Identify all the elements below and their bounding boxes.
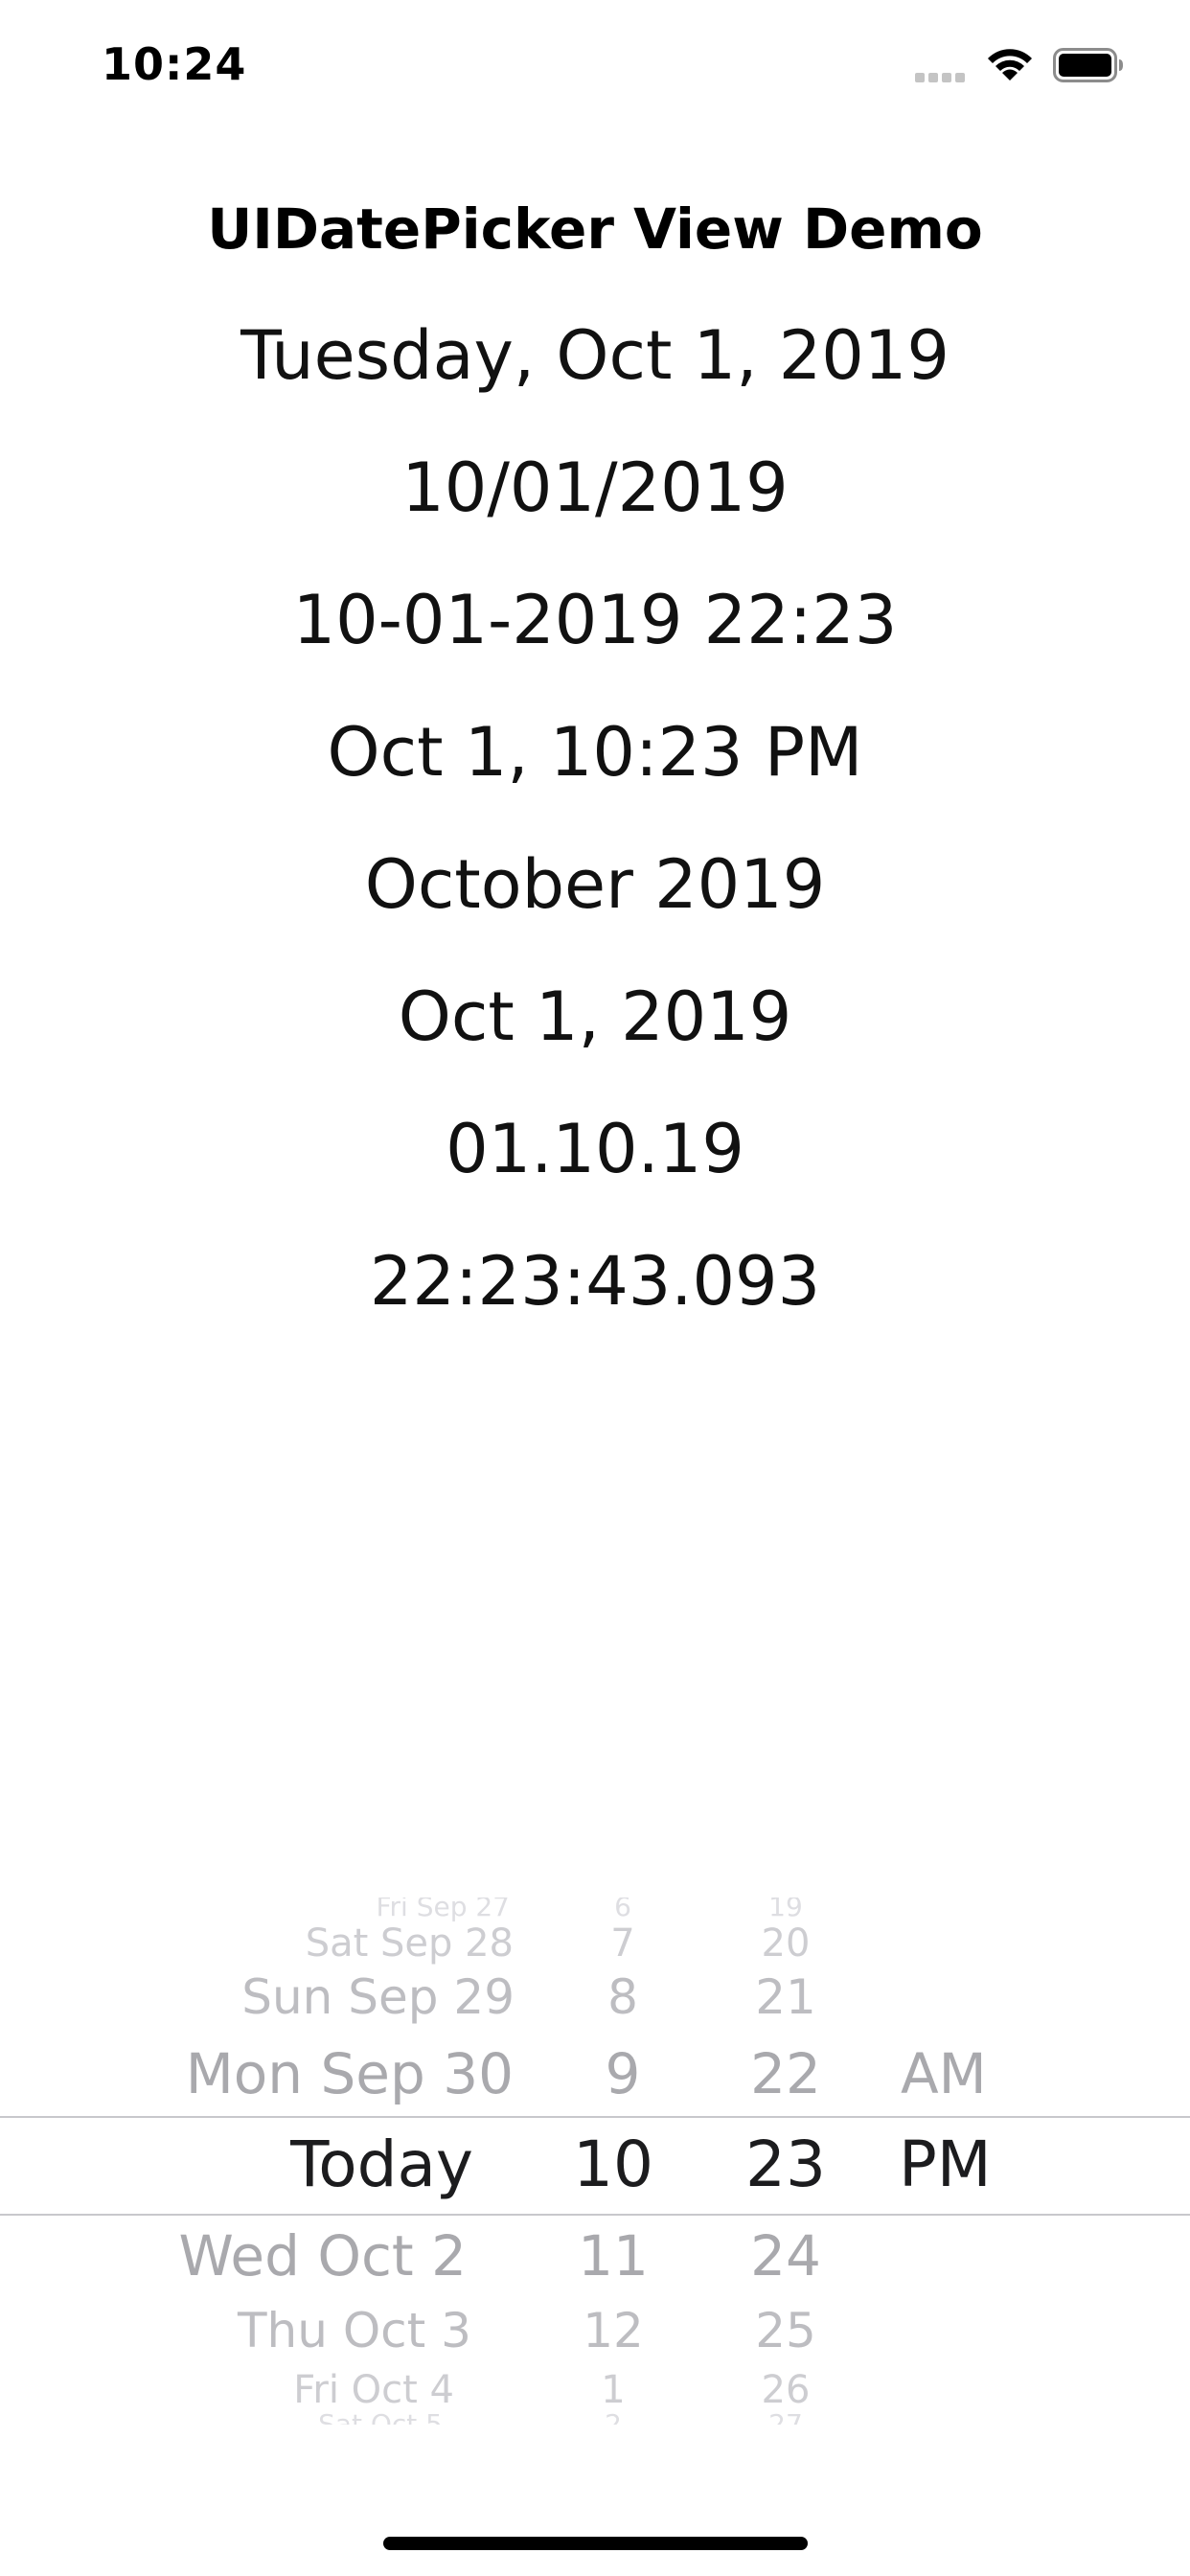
- picker-day-row[interactable]: Fri Oct 4: [293, 2371, 454, 2409]
- picker-day-row[interactable]: Sun Sep 29: [241, 1973, 515, 2021]
- date-label-full: Tuesday, Oct 1, 2019: [240, 316, 950, 395]
- picker-hour-row[interactable]: 12: [565, 2307, 661, 2355]
- picker-ampm-row[interactable]: AM: [901, 2046, 987, 2102]
- picker-day-row[interactable]: Fri Sep 27: [376, 1898, 510, 1920]
- picker-hour-row[interactable]: 6: [575, 1898, 671, 1920]
- picker-day-row[interactable]: Thu Oct 3: [238, 2307, 471, 2355]
- screen: 10:24 UIDatePicker View Demo Tuesday, Oc…: [0, 0, 1190, 2576]
- wifi-icon: [988, 49, 1032, 80]
- picker-day-row[interactable]: Sat Sep 28: [306, 1924, 514, 1963]
- date-label-medium: Oct 1, 2019: [398, 978, 792, 1056]
- cellular-signal-icon: [915, 73, 971, 84]
- picker-minute-row[interactable]: 20: [728, 1924, 843, 1963]
- picker-ampm-selected[interactable]: PM: [899, 2133, 992, 2196]
- date-label-time-ms: 22:23:43.093: [369, 1242, 821, 1321]
- picker-hour-row[interactable]: 8: [575, 1973, 671, 2021]
- date-label-dotted: 01.10.19: [446, 1110, 744, 1188]
- status-time: 10:24: [102, 38, 247, 90]
- picker-hour-row[interactable]: 9: [575, 2046, 671, 2102]
- picker-hour-row[interactable]: 7: [575, 1924, 671, 1963]
- picker-hour-row[interactable]: 2: [565, 2411, 661, 2426]
- picker-minute-row[interactable]: 19: [728, 1898, 843, 1920]
- selection-indicator-top: [0, 2116, 1190, 2118]
- picker-minute-row[interactable]: 22: [728, 2046, 843, 2102]
- date-label-month-year: October 2019: [364, 845, 826, 924]
- picker-hour-row[interactable]: 11: [565, 2228, 661, 2284]
- date-label-short-time: Oct 1, 10:23 PM: [327, 713, 863, 792]
- picker-minute-row[interactable]: 27: [728, 2411, 843, 2426]
- picker-minute-row[interactable]: 26: [728, 2371, 843, 2409]
- picker-minute-row[interactable]: 21: [728, 1973, 843, 2021]
- date-label-slash: 10/01/2019: [401, 448, 789, 527]
- selection-indicator-bottom: [0, 2214, 1190, 2216]
- page-title: UIDatePicker View Demo: [207, 196, 983, 262]
- picker-hour-selected[interactable]: 10: [556, 2133, 671, 2196]
- battery-icon: [1053, 48, 1123, 82]
- picker-day-row[interactable]: Wed Oct 2: [178, 2228, 467, 2284]
- picker-day-row[interactable]: Sat Oct 5: [318, 2411, 443, 2426]
- picker-hour-row[interactable]: 1: [565, 2371, 661, 2409]
- date-picker[interactable]: Fri Sep 27 Sat Sep 28 Sun Sep 29 Mon Sep…: [0, 1898, 1190, 2425]
- home-indicator[interactable]: [383, 2537, 808, 2550]
- picker-day-row[interactable]: Mon Sep 30: [186, 2046, 514, 2102]
- picker-minute-selected[interactable]: 23: [728, 2133, 843, 2196]
- picker-minute-row[interactable]: 24: [728, 2228, 843, 2284]
- date-label-dash-time: 10-01-2019 22:23: [292, 581, 898, 659]
- picker-minute-row[interactable]: 25: [728, 2307, 843, 2355]
- picker-day-selected[interactable]: Today: [290, 2133, 473, 2196]
